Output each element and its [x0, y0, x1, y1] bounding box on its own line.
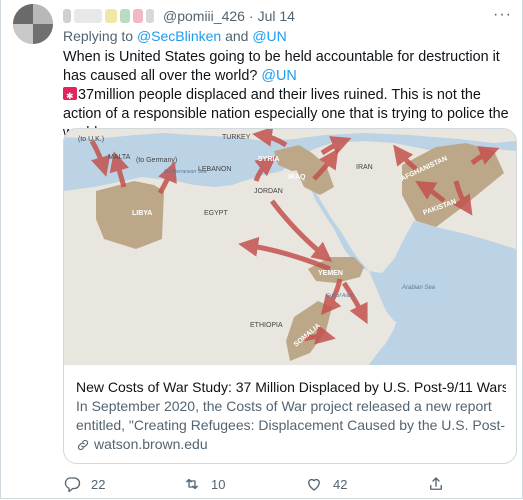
reply-button[interactable]: 22: [63, 475, 105, 493]
redacted-block: [120, 9, 130, 23]
redacted-block: [146, 9, 154, 23]
redacted-block: [105, 9, 117, 23]
mention-secblinken[interactable]: @SecBlinken: [137, 28, 221, 44]
map-label-ethiopia: ETHIOPIA: [250, 322, 283, 329]
tweet-date[interactable]: Jul 14: [258, 8, 295, 24]
map-label-arabian-sea: Arabian Sea: [401, 285, 436, 291]
card-domain-text: watson.brown.edu: [94, 436, 208, 452]
reply-icon: [64, 477, 81, 493]
user-handle[interactable]: @pomiii_426: [163, 8, 245, 24]
tweet-header: @pomiii_426 · Jul 14: [63, 6, 295, 26]
heart-icon: [308, 478, 320, 491]
link-icon: [77, 439, 89, 450]
map-label-iraq: IRAQ: [288, 174, 306, 181]
retweet-count: 10: [211, 476, 226, 492]
redacted-block: [133, 9, 143, 23]
map-label-lebanon: LEBANON: [198, 166, 231, 173]
replying-prefix: Replying to: [63, 28, 137, 44]
tweet-mention-un[interactable]: @UN: [261, 68, 296, 84]
map-label-libya: LIBYA: [132, 210, 152, 217]
mention-un[interactable]: @UN: [252, 28, 286, 44]
map-label-gulf-aden: Gulf of Aden: [326, 293, 354, 299]
card-text: New Costs of War Study: 37 Million Displ…: [76, 378, 506, 454]
avatar[interactable]: [13, 4, 53, 44]
retweet-button[interactable]: 10: [183, 475, 225, 493]
reply-count: 22: [91, 476, 106, 492]
more-options-icon[interactable]: ···: [493, 6, 512, 24]
link-card[interactable]: (to U.K.) MALTA (to Germany) Mediterrane…: [63, 128, 517, 464]
tweet-container[interactable]: @pomiii_426 · Jul 14 ··· Replying to @Se…: [0, 0, 523, 499]
map-label-iran: IRAN: [356, 164, 373, 171]
map-label-turkey: TURKEY: [222, 134, 251, 141]
map-label-egypt: EGYPT: [204, 210, 228, 217]
libya-region: [96, 181, 164, 249]
sos-emoji-icon: [63, 87, 77, 106]
like-button[interactable]: 42: [305, 475, 347, 493]
display-name-redacted[interactable]: [63, 9, 71, 23]
card-description: In September 2020, the Costs of War proj…: [76, 398, 506, 433]
map-label-malta: MALTA: [108, 154, 131, 161]
share-icon: [430, 477, 442, 490]
map-label-syria: SYRIA: [258, 156, 279, 163]
share-button[interactable]: [427, 475, 455, 493]
like-count: 42: [333, 476, 348, 492]
redacted-block: [74, 9, 102, 23]
map-label-to-germany: (to Germany): [136, 157, 177, 164]
card-domain[interactable]: watson.brown.edu: [76, 435, 506, 454]
retweet-icon: [186, 478, 198, 490]
map-label-jordan: JORDAN: [254, 188, 283, 195]
map-label-to-uk: (to U.K.): [78, 136, 104, 143]
action-bar: 22 10 42: [63, 475, 513, 495]
card-title[interactable]: New Costs of War Study: 37 Million Displ…: [76, 378, 506, 397]
replying-to: Replying to @SecBlinken and @UN: [63, 28, 287, 44]
displacement-map: (to U.K.) MALTA (to Germany) Mediterrane…: [64, 129, 516, 365]
replying-and: and: [221, 28, 253, 44]
separator-dot: ·: [248, 8, 254, 24]
map-label-yemen: YEMEN: [318, 270, 343, 277]
